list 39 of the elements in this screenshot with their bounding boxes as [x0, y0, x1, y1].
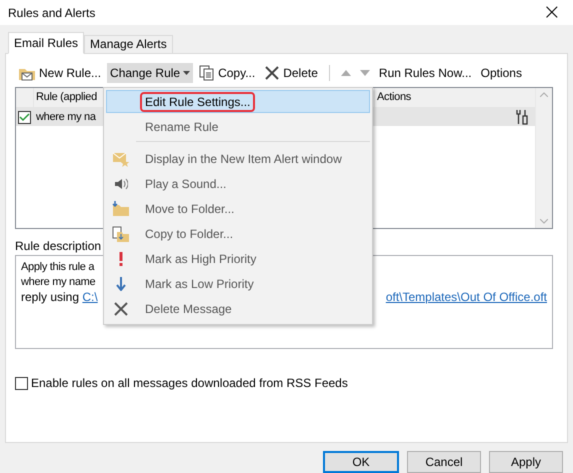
toolbar-button[interactable]: Options [478, 63, 525, 83]
copy-folder-icon [112, 226, 130, 242]
speaker-icon [114, 178, 128, 190]
envelope-star-icon [112, 150, 130, 166]
checkbox[interactable] [15, 376, 28, 390]
exclamation-icon [118, 252, 124, 266]
toolbar-button[interactable]: Copy... [196, 63, 258, 83]
down-arrow-icon [360, 69, 370, 77]
template-link[interactable]: C:\ [82, 290, 98, 305]
menu-item[interactable]: Edit Rule Settings... [106, 90, 370, 113]
close-button[interactable]: × [538, 2, 565, 24]
scroll-down-icon [540, 219, 548, 224]
folder-arrow-icon [112, 200, 130, 216]
delete-icon [264, 65, 280, 81]
toolbar-button[interactable]: Delete [261, 63, 321, 83]
description-text: Apply this rule a [21, 260, 94, 275]
window-title: Rules and Alerts [8, 6, 96, 20]
down-arrow-icon [116, 276, 126, 290]
toolbar-button[interactable]: Change Rule [107, 63, 194, 83]
caret-icon [183, 71, 190, 75]
toolbar-button[interactable]: Run Rules Now... [376, 63, 475, 83]
copy-icon [199, 65, 216, 81]
description-text: reply using [21, 290, 80, 305]
template-link[interactable]: oft\Templates\Out Of Office.oft [386, 290, 547, 305]
dialog-button[interactable]: Cancel [407, 451, 481, 473]
checkbox[interactable] [18, 110, 31, 124]
dialog-button[interactable]: OK [323, 451, 399, 473]
toolbar-button[interactable]: New Rule... [15, 63, 104, 83]
description-label: Rule description [15, 239, 102, 253]
checkbox-label: Enable rules on all messages downloaded from RSS Feeds [31, 376, 348, 390]
rule-name: where my na [35, 111, 97, 123]
tab[interactable]: Manage Alerts [84, 35, 173, 53]
wrench-screwdriver-icon [515, 109, 529, 125]
tab[interactable]: Email Rules [8, 32, 84, 54]
description-text: where my name [21, 275, 96, 290]
up-arrow-icon [340, 69, 351, 77]
delete-icon [113, 300, 129, 316]
scroll-up-icon [540, 92, 548, 97]
dialog-button[interactable]: Apply [489, 451, 563, 473]
